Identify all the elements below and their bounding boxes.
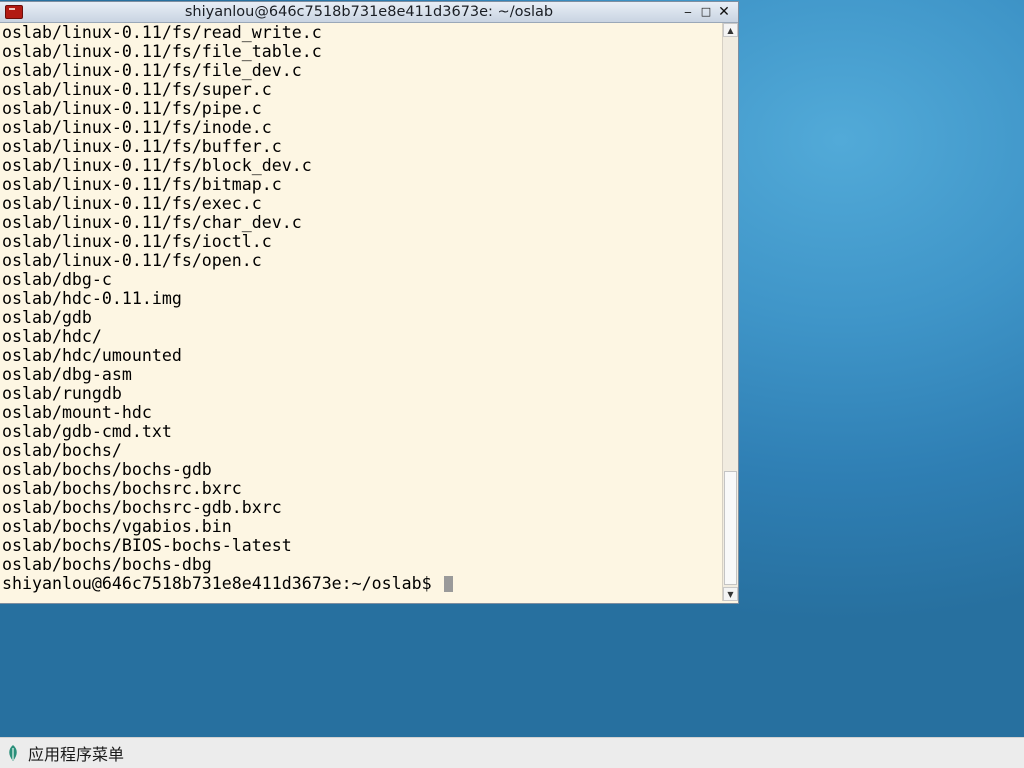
terminal-line: oslab/linux-0.11/fs/block_dev.c [2,156,312,175]
terminal-line: oslab/hdc/ [2,327,102,346]
vertical-scrollbar[interactable]: ▲ ▼ [722,23,738,601]
terminal-line: oslab/linux-0.11/fs/read_write.c [2,23,322,42]
terminal-line: oslab/linux-0.11/fs/super.c [2,80,272,99]
minimize-button[interactable]: ‒ [681,5,695,19]
terminal-line: oslab/gdb [2,308,92,327]
terminal-line: oslab/dbg-asm [2,365,132,384]
terminal-line: oslab/linux-0.11/fs/exec.c [2,194,262,213]
terminal-line: oslab/dbg-c [2,270,112,289]
terminal-line: oslab/mount-hdc [2,403,152,422]
close-button[interactable]: ✕ [717,5,731,19]
terminal-line: oslab/linux-0.11/fs/open.c [2,251,262,270]
terminal-line: oslab/linux-0.11/fs/bitmap.c [2,175,282,194]
terminal-line: oslab/linux-0.11/fs/inode.c [2,118,272,137]
shell-prompt: shiyanlou@646c7518b731e8e411d3673e:~/osl… [2,574,442,593]
terminal-output[interactable]: oslab/linux-0.11/fs/read_write.c oslab/l… [2,23,720,601]
terminal-line: oslab/linux-0.11/fs/ioctl.c [2,232,272,251]
terminal-window[interactable]: shiyanlou@646c7518b731e8e411d3673e: ~/os… [0,2,738,603]
terminal-line: oslab/bochs/ [2,441,122,460]
applications-menu-button[interactable]: 应用程序菜单 [6,741,124,765]
text-cursor [443,576,453,592]
maximize-button[interactable]: □ [699,5,713,19]
window-titlebar[interactable]: shiyanlou@646c7518b731e8e411d3673e: ~/os… [0,2,738,23]
terminal-line: oslab/bochs/BIOS-bochs-latest [2,536,292,555]
terminal-line: oslab/bochs/bochsrc-gdb.bxrc [2,498,282,517]
leaf-icon [9,745,17,761]
scroll-up-arrow-icon[interactable]: ▲ [723,23,738,37]
taskbar: 应用程序菜单 [0,737,1024,768]
terminal-line: oslab/linux-0.11/fs/pipe.c [2,99,262,118]
terminal-line: oslab/bochs/vgabios.bin [2,517,232,536]
terminal-line: oslab/gdb-cmd.txt [2,422,172,441]
terminal-line: oslab/linux-0.11/fs/file_dev.c [2,61,302,80]
prompt-line[interactable]: shiyanlou@646c7518b731e8e411d3673e:~/osl… [2,574,720,593]
terminal-line: oslab/bochs/bochsrc.bxrc [2,479,242,498]
terminal-line: oslab/linux-0.11/fs/file_table.c [2,42,322,61]
terminal-line: oslab/bochs/bochs-gdb [2,460,212,479]
terminal-line: oslab/linux-0.11/fs/char_dev.c [2,213,302,232]
scrollbar-thumb[interactable] [724,471,737,585]
applications-menu-label: 应用程序菜单 [28,745,125,764]
scroll-down-arrow-icon[interactable]: ▼ [723,587,738,601]
window-title: shiyanlou@646c7518b731e8e411d3673e: ~/os… [184,4,554,20]
terminal-line: oslab/linux-0.11/fs/buffer.c [2,137,282,156]
terminal-line: oslab/hdc/umounted [2,346,182,365]
terminal-line: oslab/hdc-0.11.img [2,289,182,308]
terminal-line: oslab/rungdb [2,384,122,403]
terminal-line: oslab/bochs/bochs-dbg [2,555,212,574]
